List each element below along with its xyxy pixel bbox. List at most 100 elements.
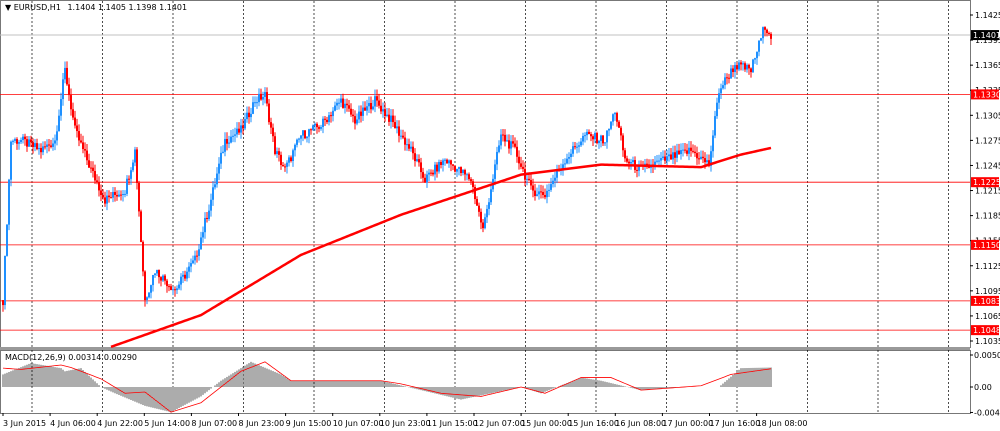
- dropdown-triangle-icon[interactable]: ▼: [5, 3, 11, 12]
- price-chart[interactable]: 1.14251.13951.13651.13351.13051.12751.12…: [0, 0, 1000, 431]
- candle-body: [580, 141, 582, 146]
- candle-body: [480, 211, 482, 223]
- candle-body: [750, 68, 752, 73]
- candle-body: [434, 164, 436, 175]
- candle-body: [38, 147, 40, 150]
- candle-body: [392, 115, 394, 123]
- candle-body: [184, 274, 186, 279]
- candle-body: [170, 286, 172, 291]
- candle-body: [16, 139, 18, 144]
- candle-body: [178, 284, 180, 289]
- level-label: 1.1225: [973, 178, 1000, 187]
- candle-body: [274, 136, 276, 154]
- candle-body: [76, 125, 78, 132]
- candle-body: [158, 270, 160, 278]
- current-price-label: 1.1401: [973, 31, 1000, 40]
- candle-body: [734, 65, 736, 73]
- candle-body: [716, 102, 718, 117]
- candle-body: [52, 143, 54, 147]
- candle-body: [134, 149, 136, 163]
- candle-body: [570, 153, 572, 158]
- candle-body: [436, 164, 438, 172]
- candle-body: [190, 263, 192, 267]
- candle-body: [688, 147, 690, 154]
- candle-body: [666, 156, 668, 161]
- candle-body: [114, 191, 116, 195]
- candle-body: [168, 286, 170, 288]
- candle-body: [8, 179, 10, 225]
- candle-body: [22, 136, 24, 140]
- candle-body: [58, 115, 60, 132]
- level-label: 1.1083: [973, 297, 1000, 306]
- candle-body: [296, 139, 298, 145]
- candle-body: [144, 271, 146, 300]
- candle-body: [232, 135, 234, 137]
- candle-body: [206, 217, 208, 220]
- candle-body: [508, 140, 510, 149]
- candle-body: [714, 116, 716, 136]
- candle-body: [74, 117, 76, 126]
- candle-body: [252, 102, 254, 114]
- candle-body: [32, 142, 34, 147]
- candle-body: [466, 174, 468, 176]
- candle-body: [306, 136, 308, 139]
- candle-body: [78, 131, 80, 141]
- candle-body: [72, 109, 74, 118]
- candle-body: [304, 130, 306, 139]
- candle-body: [212, 187, 214, 200]
- candle-body: [662, 156, 664, 159]
- price-tick-label: 1.1125: [975, 262, 1000, 271]
- candle-body: [356, 119, 358, 124]
- candle-body: [610, 121, 612, 129]
- candle-body: [450, 160, 452, 165]
- time-label: 17 Jun 00:00: [662, 419, 713, 428]
- candle-body: [152, 275, 154, 286]
- candle-body: [94, 170, 96, 181]
- candle-body: [442, 160, 444, 166]
- candle-body: [520, 163, 522, 167]
- candle-body: [200, 237, 202, 250]
- candle-body: [668, 154, 670, 157]
- candle-body: [596, 132, 598, 144]
- candle-body: [14, 139, 16, 141]
- candle-body: [548, 189, 550, 191]
- candle-body: [704, 158, 706, 163]
- candle-body: [276, 151, 278, 154]
- candle-body: [656, 160, 658, 162]
- candle-body: [66, 67, 68, 85]
- candle-body: [70, 95, 72, 110]
- candle-body: [192, 260, 194, 264]
- candle-body: [12, 140, 14, 142]
- candle-body: [346, 103, 348, 106]
- candle-body: [472, 181, 474, 187]
- candle-body: [606, 130, 608, 143]
- candle-body: [410, 146, 412, 149]
- candle-body: [664, 156, 666, 161]
- candle-body: [268, 103, 270, 123]
- candle-body: [426, 174, 428, 183]
- macd-frame: [0, 350, 971, 414]
- candle-body: [176, 288, 178, 291]
- candle-body: [174, 289, 176, 291]
- candle-body: [42, 146, 44, 153]
- price-tick-label: 1.1245: [975, 161, 1000, 170]
- candle-body: [26, 139, 28, 147]
- candle-body: [584, 135, 586, 137]
- candle-body: [388, 114, 390, 122]
- candle-body: [768, 33, 770, 35]
- candle-body: [732, 68, 734, 73]
- candle-body: [314, 123, 316, 126]
- candle-body: [244, 119, 246, 129]
- time-label: 4 Jun 22:00: [97, 419, 143, 428]
- candle-body: [616, 113, 618, 122]
- candle-body: [400, 135, 402, 137]
- candle-body: [198, 249, 200, 256]
- candle-body: [368, 102, 370, 107]
- candle-body: [106, 195, 108, 204]
- candle-body: [444, 159, 446, 161]
- symbol-label: EURUSD,H1: [13, 3, 61, 12]
- candle-body: [374, 96, 376, 107]
- panel-separator: [0, 347, 970, 350]
- price-tick-label: 1.1305: [975, 111, 1000, 120]
- candle-body: [4, 255, 6, 306]
